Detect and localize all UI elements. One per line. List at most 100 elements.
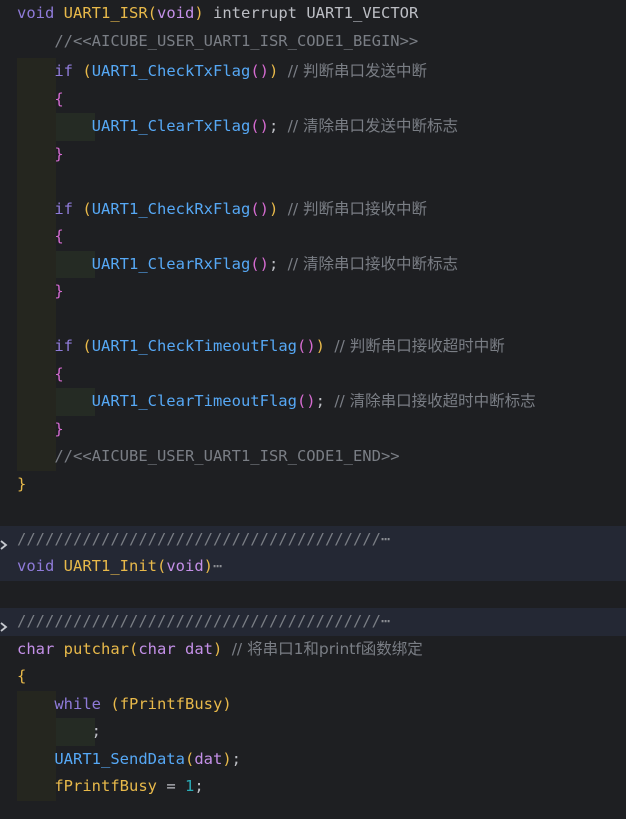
- code-token: //<<AICUBE_USER_UART1_ISR_CODE1_BEGIN>>: [54, 31, 419, 50]
- code-line[interactable]: UART1_ClearTxFlag(); // 清除串口发送中断标志: [0, 113, 626, 141]
- code-line[interactable]: //<<AICUBE_USER_UART1_ISR_CODE1_BEGIN>>: [0, 28, 626, 56]
- code-token: if: [54, 337, 73, 355]
- code-token: void: [166, 557, 204, 575]
- code-token: ///////////////////////////////////////: [17, 612, 381, 630]
- code-token: char: [138, 639, 176, 658]
- code-token: ;: [268, 117, 288, 135]
- code-line[interactable]: ///////////////////////////////////////⋯: [0, 525, 626, 553]
- code-line[interactable]: {: [0, 663, 626, 691]
- code-line[interactable]: {: [0, 223, 626, 251]
- code-token: (: [184, 749, 195, 768]
- code-token: ): [222, 749, 232, 768]
- code-line[interactable]: }: [0, 471, 626, 499]
- code-token: interrupt UART1_VECTOR: [203, 4, 419, 22]
- code-token: (: [157, 557, 167, 575]
- code-token: fPrintfBusy: [119, 694, 223, 713]
- code-token: (): [250, 62, 269, 80]
- code-token: dat: [185, 639, 214, 658]
- code-line[interactable]: [0, 305, 626, 333]
- code-line[interactable]: //<<AICUBE_USER_UART1_ISR_CODE1_END>>: [0, 443, 626, 471]
- code-token: {: [17, 667, 27, 685]
- code-line[interactable]: {: [0, 360, 626, 388]
- code-token: dat: [194, 749, 223, 768]
- code-line[interactable]: if (UART1_CheckRxFlag()) // 判断串口接收中断: [0, 195, 626, 223]
- code-token: // 将串口1和printf函数绑定: [231, 639, 423, 658]
- code-line[interactable]: char putchar(char dat) // 将串口1和printf函数绑…: [0, 636, 626, 664]
- code-line[interactable]: while (fPrintfBusy): [0, 690, 626, 718]
- code-token: }: [54, 282, 64, 300]
- code-line[interactable]: if (UART1_CheckTimeoutFlag()) // 判断串口接收超…: [0, 333, 626, 361]
- code-token: ⋯: [213, 557, 223, 575]
- code-token: ): [269, 199, 279, 218]
- code-line[interactable]: {: [0, 85, 626, 113]
- code-token: {: [54, 227, 64, 245]
- code-token: ): [315, 337, 326, 355]
- code-token: UART1_ClearTimeoutFlag: [91, 392, 297, 410]
- code-token: 1: [184, 777, 195, 795]
- code-token: // 判断串口发送中断: [287, 62, 428, 80]
- code-token: ;: [194, 777, 204, 795]
- code-token: ): [213, 639, 223, 658]
- code-token: (: [129, 639, 139, 658]
- code-token: UART1_CheckTimeoutFlag: [91, 337, 297, 355]
- code-token: {: [54, 89, 64, 108]
- indent-guide: [17, 305, 56, 333]
- code-token: ): [194, 4, 204, 22]
- code-token: (: [82, 337, 92, 355]
- code-token: ): [269, 62, 279, 80]
- code-line[interactable]: void UART1_ISR(void) interrupt UART1_VEC…: [0, 0, 626, 28]
- code-token: // 清除串口接收中断标志: [287, 254, 459, 273]
- code-token: // 清除串口接收超时中断标志: [334, 392, 536, 410]
- code-token: // 清除串口发送中断标志: [287, 117, 459, 135]
- code-token: {: [54, 364, 64, 383]
- code-token: UART1_ClearTxFlag: [91, 117, 251, 135]
- code-token: // 判断串口接收超时中断: [334, 337, 505, 355]
- code-line[interactable]: UART1_SendData(dat);: [0, 745, 626, 773]
- code-line[interactable]: }: [0, 415, 626, 443]
- code-token: ;: [91, 722, 101, 740]
- code-token: ;: [268, 254, 288, 273]
- code-token: //<<AICUBE_USER_UART1_ISR_CODE1_END>>: [54, 447, 400, 465]
- code-line[interactable]: UART1_ClearTimeoutFlag(); // 清除串口接收超时中断标…: [0, 388, 626, 416]
- code-line[interactable]: fPrintfBusy = 1;: [0, 773, 626, 801]
- code-token: UART1_Init: [63, 557, 157, 575]
- code-token: (: [147, 4, 158, 22]
- code-token: (): [296, 392, 316, 410]
- code-line[interactable]: ;: [0, 718, 626, 746]
- code-token: UART1_ClearRxFlag: [91, 254, 251, 273]
- code-token: char: [17, 639, 55, 658]
- code-token: (): [297, 337, 316, 355]
- code-token: (): [250, 199, 269, 218]
- code-token: ): [222, 694, 232, 713]
- code-token: UART1_CheckTxFlag: [91, 62, 251, 80]
- code-line[interactable]: UART1_ClearRxFlag(); // 清除串口接收中断标志: [0, 250, 626, 278]
- code-line[interactable]: }: [0, 278, 626, 306]
- code-line[interactable]: [0, 168, 626, 196]
- indent-guide: [17, 168, 56, 196]
- code-token: void: [17, 557, 55, 575]
- code-line[interactable]: if (UART1_CheckTxFlag()) // 判断串口发送中断: [0, 58, 626, 86]
- code-token: }: [54, 144, 64, 163]
- code-token: putchar: [63, 639, 129, 658]
- code-token: UART1_CheckRxFlag: [91, 199, 251, 218]
- code-line[interactable]: void UART1_Init(void)⋯: [0, 553, 626, 581]
- code-line[interactable]: ///////////////////////////////////////⋯: [0, 608, 626, 636]
- code-token: (: [82, 199, 92, 218]
- code-token: }: [54, 419, 64, 438]
- code-line[interactable]: }: [0, 140, 626, 168]
- code-token: ;: [315, 392, 335, 410]
- code-token: void: [17, 4, 55, 22]
- code-token: ;: [231, 749, 242, 768]
- code-editor[interactable]: void UART1_ISR(void) interrupt UART1_VEC…: [0, 0, 626, 819]
